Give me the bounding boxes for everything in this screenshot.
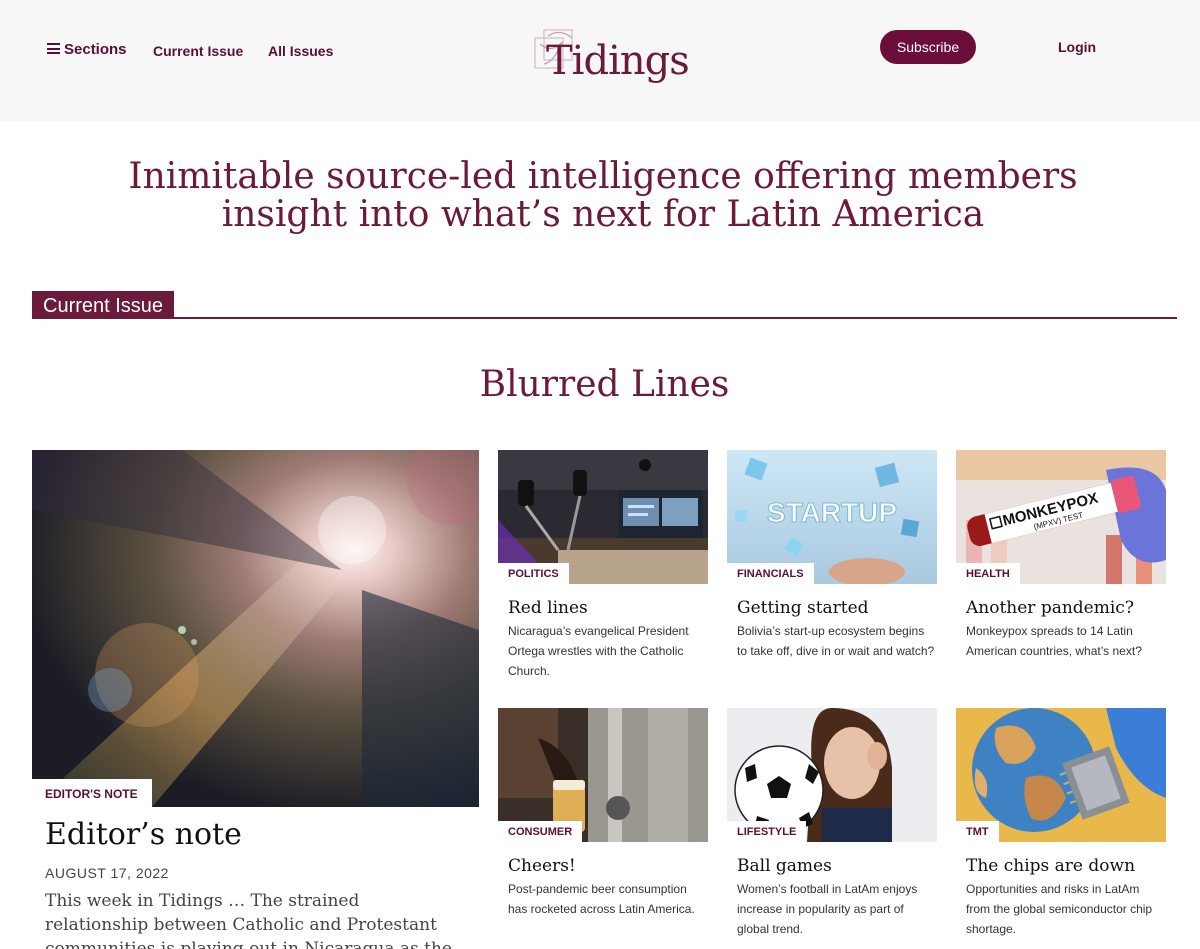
category-tag[interactable]: TMT	[956, 821, 999, 843]
article-description: Bolivia’s start-up ecosystem begins to t…	[737, 624, 935, 658]
article-title[interactable]: The chips are down	[966, 856, 1166, 876]
article-title[interactable]: Ball games	[737, 856, 937, 876]
feature-title[interactable]: Editor’s note	[45, 817, 242, 852]
sections-menu-button[interactable]: Sections	[47, 42, 127, 58]
hamburger-icon	[47, 43, 60, 54]
section-divider	[32, 317, 1177, 319]
feature-excerpt: This week in Tidings … The strained rela…	[45, 891, 452, 949]
article-description: Monkeypox spreads to 14 Latin American c…	[966, 624, 1142, 658]
nav-all-issues[interactable]: All Issues	[268, 43, 333, 59]
tagline-line-1: Inimitable source-led intelligence offer…	[128, 156, 1078, 197]
sections-label: Sections	[64, 41, 127, 58]
category-tag[interactable]: HEALTH	[956, 563, 1020, 585]
category-tag[interactable]: LIFESTYLE	[727, 821, 807, 843]
category-tag[interactable]: POLITICS	[498, 563, 569, 585]
current-issue-label: Current Issue	[32, 291, 175, 319]
article-description: Opportunities and risks in LatAm from th…	[966, 882, 1153, 936]
article-title[interactable]: Cheers!	[508, 856, 708, 876]
article-description: Women’s football in LatAm enjoys increas…	[737, 882, 918, 936]
article-title[interactable]: Another pandemic?	[966, 598, 1166, 618]
article-description: Nicaragua’s evangelical President Ortega…	[508, 624, 689, 678]
article-title[interactable]: Getting started	[737, 598, 937, 618]
startup-image-text: STARTUP	[767, 497, 897, 528]
site-header: Sections Current Issue All Issues Tiding…	[0, 0, 1200, 121]
issue-title: Blurred Lines	[479, 364, 730, 405]
subscribe-button[interactable]: Subscribe	[880, 30, 976, 64]
tagline-line-2: insight into what’s next for Latin Ameri…	[221, 194, 985, 235]
category-tag[interactable]: FINANCIALS	[727, 563, 814, 585]
category-tag[interactable]: CONSUMER	[498, 821, 583, 843]
logo-text[interactable]: Tidings	[546, 38, 690, 84]
feature-image[interactable]	[32, 450, 479, 807]
site-tagline: Inimitable source-led intelligence offer…	[120, 158, 1086, 234]
login-link[interactable]: Login	[1058, 39, 1096, 55]
feature-category-tag[interactable]: EDITOR'S NOTE	[32, 779, 152, 807]
feature-date: AUGUST 17, 2022	[45, 865, 169, 881]
nav-current-issue[interactable]: Current Issue	[153, 43, 243, 59]
article-title[interactable]: Red lines	[508, 598, 708, 618]
article-description: Post-pandemic beer consumption has rocke…	[508, 882, 695, 916]
